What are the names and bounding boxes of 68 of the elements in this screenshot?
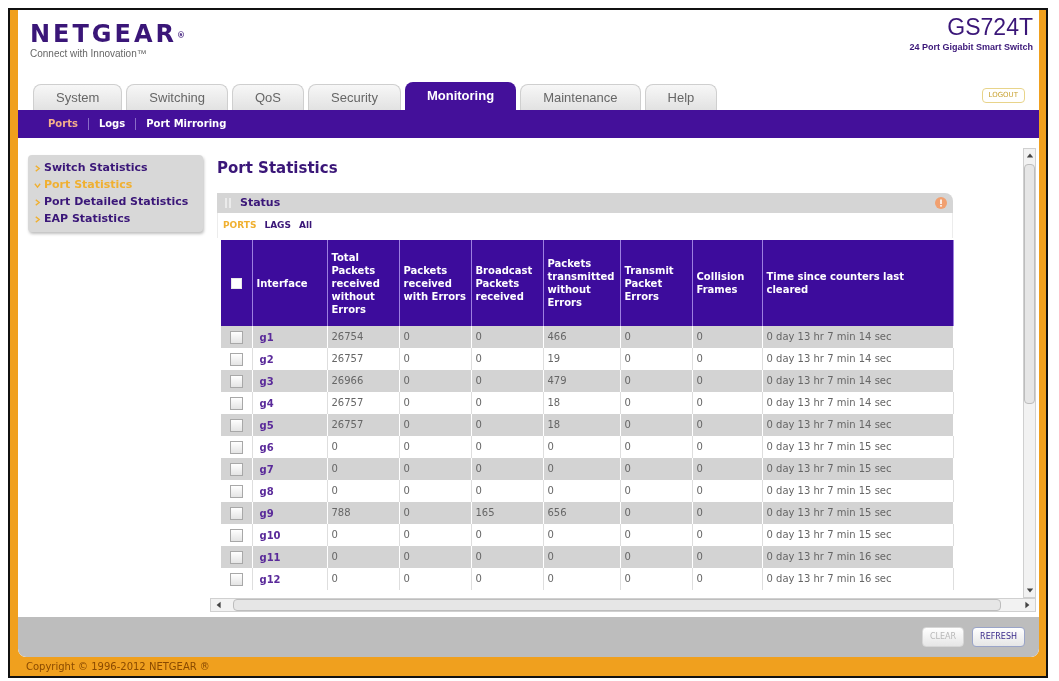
row-checkbox[interactable] <box>229 352 243 366</box>
row-checkbox[interactable] <box>229 462 243 476</box>
interface-link[interactable]: g10 <box>259 530 281 541</box>
scrollbar-thumb[interactable] <box>233 599 1001 611</box>
row-checkbox[interactable] <box>229 396 243 410</box>
nav-tab[interactable]: Security <box>308 84 401 110</box>
filter-link[interactable]: LAGS <box>264 218 291 233</box>
nav-tab[interactable]: Maintenance <box>520 84 641 110</box>
row-checkbox[interactable] <box>229 374 243 388</box>
copyright-text: Copyright © 1996-2012 NETGEAR ® <box>26 660 210 674</box>
chevron-right-icon <box>34 198 41 206</box>
chevron-right-icon <box>34 215 41 223</box>
scrollbar-thumb[interactable] <box>1024 164 1035 404</box>
chevron-down-icon <box>34 181 41 189</box>
filter-link[interactable]: All <box>299 218 313 233</box>
interface-link[interactable]: g4 <box>259 398 274 409</box>
interface-link[interactable]: g6 <box>259 442 274 453</box>
chevron-right-icon <box>34 164 41 172</box>
nav-tab[interactable]: System <box>33 84 123 110</box>
row-checkbox[interactable] <box>229 440 243 454</box>
nav-tab[interactable]: QoS <box>232 84 304 110</box>
panel-title: Status <box>240 194 281 211</box>
scroll-left-icon[interactable] <box>215 601 223 609</box>
model-name: GS724T <box>947 13 1033 41</box>
interface-link[interactable]: g2 <box>259 354 274 365</box>
table-cell: 0 <box>471 568 543 590</box>
row-checkbox[interactable] <box>229 484 243 498</box>
action-button[interactable]: REFRESH <box>972 627 1025 647</box>
table-cell: 0 <box>399 568 471 590</box>
subnav-link[interactable]: Logs <box>87 118 136 130</box>
interface-link[interactable]: g8 <box>259 486 274 497</box>
table-cell: 0 <box>543 568 620 590</box>
subnav-link[interactable]: Ports <box>48 118 88 130</box>
scroll-right-icon[interactable] <box>1023 601 1031 609</box>
nav-tab[interactable]: Switching <box>126 84 228 110</box>
sidebar-link[interactable]: Switch Statistics <box>34 160 197 176</box>
select-all-checkbox[interactable] <box>230 277 242 289</box>
page-title: Port Statistics <box>217 160 338 176</box>
row-checkbox[interactable] <box>229 572 243 586</box>
horizontal-scrollbar[interactable] <box>210 598 1036 612</box>
sidebar-link[interactable]: EAP Statistics <box>34 211 197 227</box>
help-icon[interactable] <box>935 197 947 209</box>
interface-link[interactable]: g9 <box>259 508 274 519</box>
interface-link[interactable]: g12 <box>259 574 281 585</box>
row-checkbox[interactable] <box>229 550 243 564</box>
interface-link[interactable]: g1 <box>259 332 274 343</box>
interface-link[interactable]: g5 <box>259 420 274 431</box>
interface-link[interactable]: g11 <box>259 552 281 563</box>
tagline: Connect with Innovation™ <box>30 48 147 60</box>
row-checkbox[interactable] <box>229 506 243 520</box>
table-cell: 0 <box>692 568 762 590</box>
row-checkbox[interactable] <box>229 330 243 344</box>
table-cell: 0 <box>327 568 399 590</box>
subnav-link[interactable]: Port Mirroring <box>135 118 237 130</box>
vertical-scrollbar[interactable] <box>1023 148 1036 598</box>
nav-tab[interactable]: Help <box>644 84 718 110</box>
netgear-logo: NETGEAR$^{®}$ <box>30 20 188 48</box>
interface-link[interactable]: g3 <box>259 376 274 387</box>
nav-tab[interactable]: Monitoring <box>404 82 517 110</box>
row-checkbox[interactable] <box>229 418 243 432</box>
table-cell: 0 <box>620 568 692 590</box>
scroll-down-icon[interactable] <box>1025 586 1034 594</box>
row-checkbox[interactable] <box>229 528 243 542</box>
interface-link[interactable]: g7 <box>259 464 274 475</box>
table-cell: 0 day 13 hr 7 min 16 sec <box>762 568 953 590</box>
model-description: 24 Port Gigabit Smart Switch <box>909 41 1033 53</box>
sidebar-link[interactable]: Port Detailed Statistics <box>34 194 197 210</box>
scroll-up-icon[interactable] <box>1025 152 1034 160</box>
